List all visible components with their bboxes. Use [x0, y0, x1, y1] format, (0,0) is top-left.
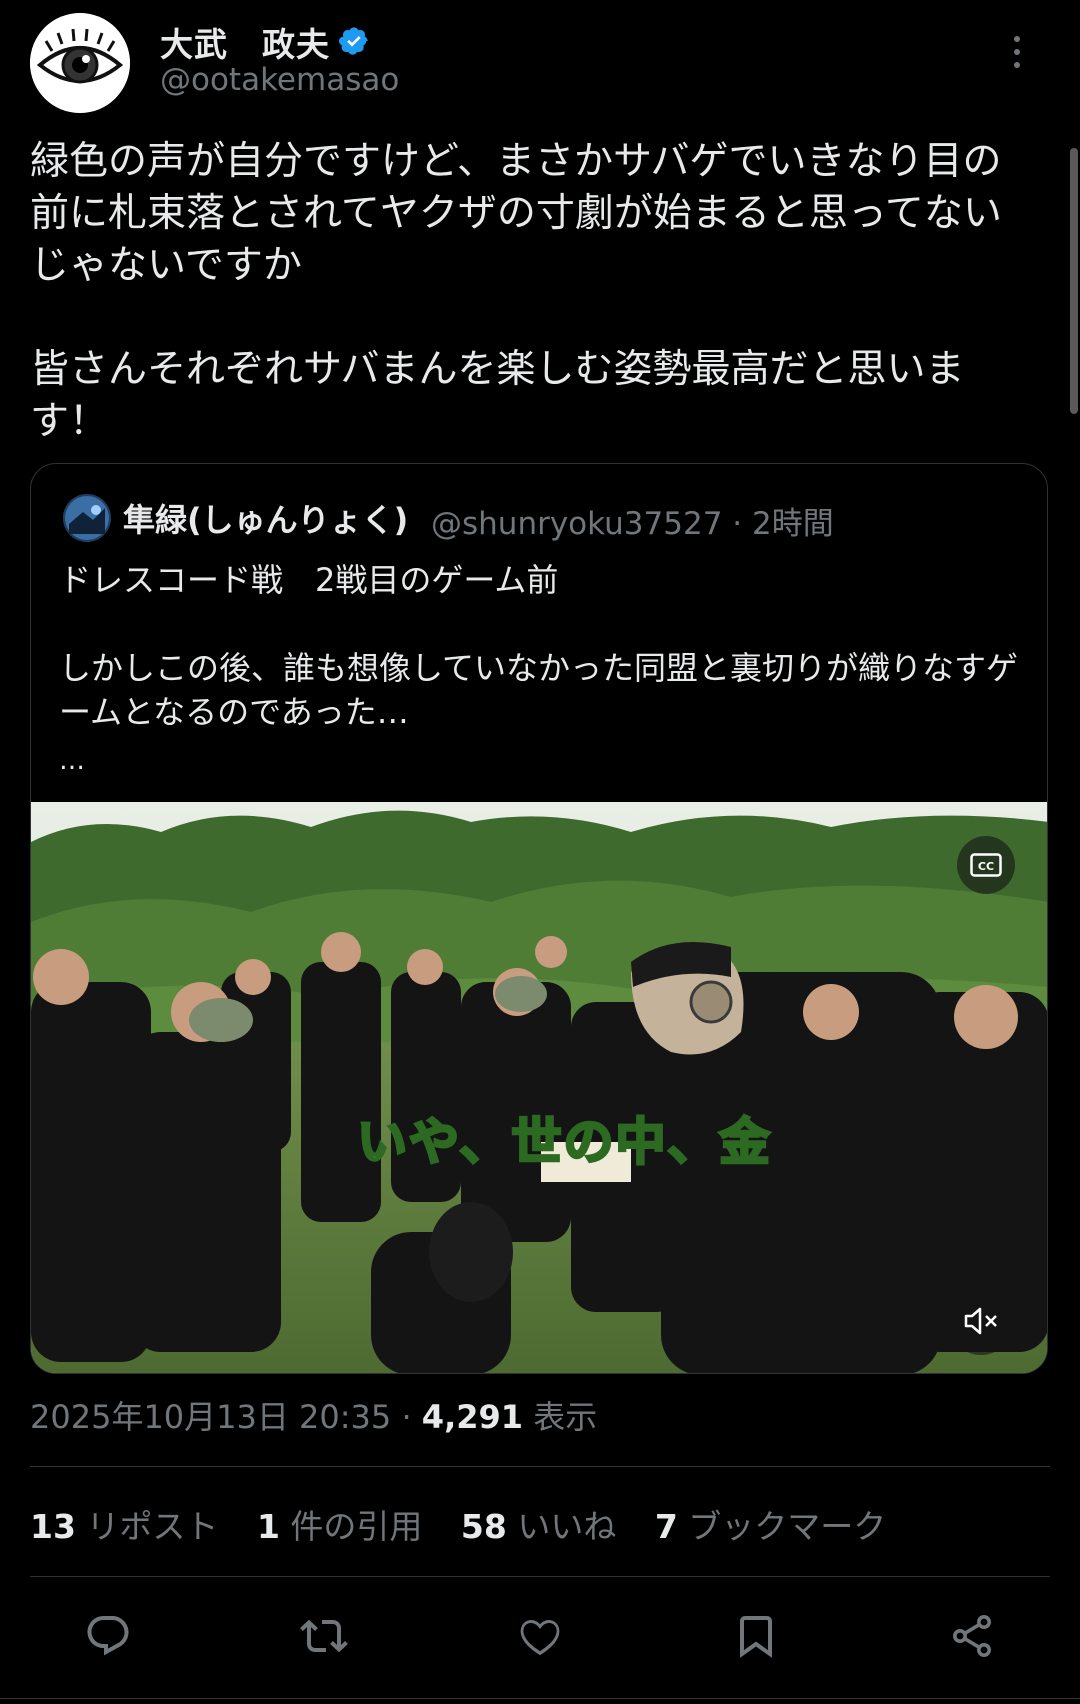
muted-speaker-icon	[964, 1307, 997, 1335]
quoted-show-more[interactable]: …	[59, 746, 85, 776]
share-button[interactable]	[936, 1600, 1008, 1672]
cc-button[interactable]: CC	[957, 836, 1015, 894]
reply-button[interactable]	[72, 1600, 144, 1672]
author-display-name[interactable]: 大武 政夫	[160, 18, 330, 66]
mute-button[interactable]	[947, 1287, 1015, 1355]
bookmark-icon	[740, 1616, 772, 1658]
scrollbar[interactable]	[1070, 148, 1078, 414]
quotes-count: 1	[256, 1507, 280, 1546]
bookmarks-count: 7	[654, 1507, 678, 1546]
timestamp-text[interactable]: 2025年10月13日 20:35 ·	[30, 1398, 422, 1436]
divider-top	[30, 1466, 1050, 1467]
reposts-stat[interactable]: 13 リポスト	[30, 1507, 218, 1546]
likes-stat[interactable]: 58 いいね	[461, 1507, 616, 1546]
cc-icon: CC	[970, 853, 1002, 877]
repost-icon	[300, 1619, 348, 1653]
like-button[interactable]	[504, 1600, 576, 1672]
view-label: 表示	[523, 1398, 598, 1436]
tweet-text: 緑色の声が自分ですけど、まさかサバゲでいきなり目の前に札束落とされてヤクザの寸劇…	[30, 139, 1002, 444]
quoted-avatar-image	[63, 494, 111, 542]
video-player[interactable]: いや、世の中、金 CC	[31, 802, 1047, 1373]
author-handle[interactable]: @ootakemasao	[160, 62, 399, 98]
like-icon	[520, 1619, 560, 1656]
bookmark-button[interactable]	[720, 1600, 792, 1672]
reposts-label: リポスト	[75, 1507, 219, 1546]
quotes-stat[interactable]: 1 件の引用	[257, 1507, 422, 1546]
more-options-icon[interactable]	[1010, 36, 1024, 70]
share-icon	[953, 1615, 991, 1657]
likes-count: 58	[460, 1507, 507, 1546]
view-count: 4,291	[421, 1398, 524, 1436]
video-frame	[31, 802, 1047, 1373]
repost-button[interactable]	[288, 1600, 360, 1672]
engagement-stats: 13 リポスト 1 件の引用 58 いいね 7 ブックマーク	[30, 1500, 886, 1548]
reposts-count: 13	[30, 1507, 76, 1546]
video-caption: いや、世の中、金	[356, 1112, 772, 1173]
quoted-display-name[interactable]: 隼緑(しゅんりょく)	[123, 495, 408, 541]
author-avatar[interactable]	[30, 13, 130, 113]
bookmarks-stat[interactable]: 7 ブックマーク	[655, 1507, 886, 1546]
quoted-handle[interactable]: @shunryoku37527	[431, 506, 722, 542]
divider-bottom	[30, 1576, 1050, 1577]
quoted-author-avatar[interactable]	[63, 494, 111, 542]
quotes-label: 件の引用	[279, 1507, 423, 1546]
divider-footer	[0, 1698, 1080, 1699]
svg-text:CC: CC	[978, 860, 994, 873]
reply-icon	[87, 1616, 129, 1656]
verified-badge-icon	[338, 25, 370, 57]
action-bar	[30, 1600, 1050, 1672]
eye-avatar-icon	[30, 13, 130, 113]
quoted-time: · 2時間	[732, 506, 834, 542]
quoted-meta: @shunryoku37527 · 2時間	[431, 498, 834, 543]
bookmarks-label: ブックマーク	[677, 1507, 887, 1546]
tweet-timestamp: 2025年10月13日 20:35 · 4,291 表示	[30, 1392, 597, 1438]
quoted-tweet-card[interactable]: 隼緑(しゅんりょく) @shunryoku37527 · 2時間 ドレスコード戦…	[30, 463, 1048, 1374]
quoted-text: ドレスコード戦 2戦目のゲーム前 しかしこの後、誰も想像していなかった同盟と裏切…	[59, 561, 1019, 731]
likes-label: いいね	[506, 1507, 617, 1546]
